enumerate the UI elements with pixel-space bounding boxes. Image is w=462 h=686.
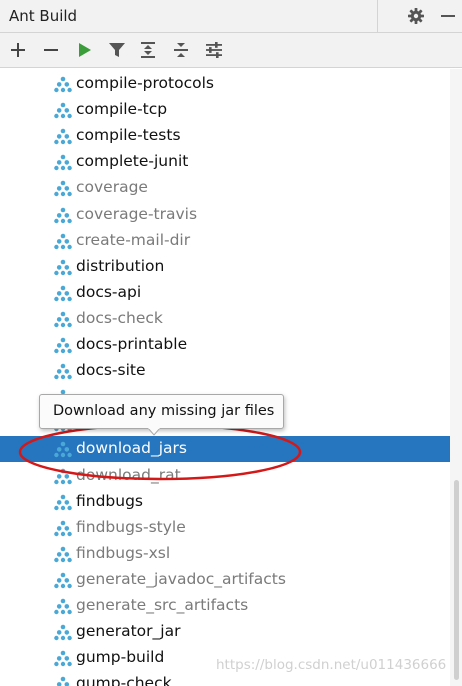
tree-item-target[interactable]: download_jars (0, 436, 450, 463)
minimize-icon[interactable] (438, 6, 458, 26)
ant-target-icon (54, 102, 72, 119)
target-label: coverage-travis (76, 204, 198, 223)
tree-item-target[interactable]: complete-junit (0, 149, 450, 175)
filter-icon[interactable] (107, 40, 127, 60)
target-label: download_jars (76, 439, 187, 458)
ant-target-icon (54, 337, 72, 354)
ant-target-icon (54, 128, 72, 145)
tooltip-text: Download any missing jar files (53, 403, 275, 419)
ant-target-icon (54, 624, 72, 641)
add-icon[interactable] (8, 40, 28, 60)
ant-target-icon (54, 572, 72, 589)
header-divider (377, 0, 378, 32)
target-label: coverage (76, 178, 148, 197)
target-label: download_rat (76, 465, 181, 484)
tool-window-title: Ant Build (9, 7, 78, 25)
tree-item-target[interactable]: findbugs-style (0, 515, 450, 541)
ant-target-icon (54, 468, 72, 484)
ant-target-icon (54, 442, 72, 458)
target-label: findbugs-xsl (76, 543, 171, 562)
tooltip: Download any missing jar files (39, 394, 284, 429)
tree-item-target[interactable]: generator_jar (0, 619, 450, 645)
ant-target-icon (54, 285, 72, 301)
ant-target-icon (54, 598, 72, 615)
tree-item-target[interactable]: docs-printable (0, 332, 450, 358)
tree-item-target[interactable]: generate_src_artifacts (0, 593, 450, 619)
ant-target-icon (54, 259, 72, 275)
ant-target-icon (54, 363, 72, 380)
tree-item-target[interactable]: coverage (0, 175, 450, 201)
ant-target-icon (54, 76, 72, 93)
target-label: create-mail-dir (76, 230, 191, 249)
tree-item-target[interactable]: findbugs-xsl (0, 541, 450, 567)
remove-icon[interactable] (41, 40, 61, 60)
target-label: gump-build (76, 648, 165, 667)
ant-target-icon (54, 311, 72, 328)
tooltip-pointer (148, 428, 160, 436)
watermark: https://blog.csdn.net/u011436666 (216, 657, 447, 673)
ant-target-icon (54, 546, 72, 562)
tree-item-target[interactable]: gump-check (0, 671, 450, 686)
target-label: findbugs (76, 491, 144, 510)
ant-target-icon (54, 181, 72, 197)
tree-item-target[interactable]: docs-api (0, 280, 450, 306)
gear-icon[interactable] (406, 6, 426, 26)
tree-item-target[interactable]: compile-tcp (0, 97, 450, 123)
tree-item-target[interactable]: compile-tests (0, 123, 450, 149)
target-label: compile-tcp (76, 100, 168, 119)
tree-item-target[interactable]: coverage-travis (0, 202, 450, 228)
ant-target-icon (56, 676, 70, 686)
tree-item-target[interactable]: findbugs (0, 489, 450, 515)
target-label: generate_javadoc_artifacts (76, 569, 286, 588)
tree-item-target[interactable]: docs-site (0, 358, 450, 384)
target-label: generator_jar (76, 622, 181, 641)
ant-target-icon (54, 650, 72, 667)
target-label: compile-tests (76, 126, 181, 145)
tree-item-target[interactable]: generate_javadoc_artifacts (0, 567, 450, 593)
target-label: docs-check (76, 308, 163, 327)
expand-all-icon[interactable] (138, 40, 158, 60)
target-label: docs-api (76, 282, 142, 301)
toolbar (0, 33, 462, 68)
ant-target-icon (54, 233, 72, 249)
ant-target-icon (54, 154, 72, 171)
target-label: complete-junit (76, 152, 189, 171)
target-label: generate_src_artifacts (76, 596, 249, 614)
target-label: docs-site (76, 361, 146, 380)
ant-target-icon (54, 207, 72, 223)
scrollbar-thumb[interactable] (454, 480, 459, 680)
target-label: findbugs-style (76, 517, 186, 536)
target-label: docs-printable (76, 335, 188, 353)
target-label: compile-protocols (76, 74, 214, 92)
ant-target-icon (54, 494, 72, 510)
tool-window-header: Ant Build (0, 0, 462, 33)
run-icon[interactable] (74, 40, 94, 60)
collapse-all-icon[interactable] (171, 40, 191, 60)
ant-target-tree: compile-protocols compile-tcp compile-test… (0, 69, 450, 686)
properties-icon[interactable] (204, 40, 224, 60)
tree-item-target[interactable]: create-mail-dir (0, 228, 450, 254)
tree-item-target[interactable]: docs-check (0, 306, 450, 332)
tree-item-target[interactable]: compile-protocols (0, 71, 450, 97)
target-label: gump-check (76, 674, 172, 686)
target-label: distribution (76, 256, 165, 275)
tree-item-target[interactable]: download_rat (0, 463, 450, 489)
tree-item-target[interactable]: distribution (0, 254, 450, 280)
ant-target-icon (54, 520, 72, 536)
